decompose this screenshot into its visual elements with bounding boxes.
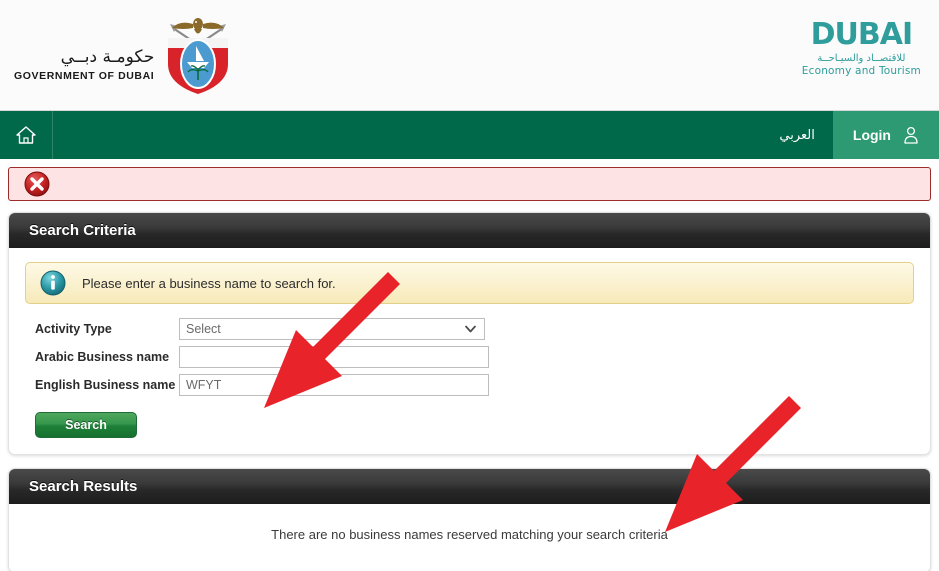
search-results-title: Search Results	[29, 478, 138, 495]
search-results-panel-header: Search Results	[9, 469, 930, 504]
dubai-government-emblem-icon	[168, 18, 229, 94]
search-results-body: There are no business names reserved mat…	[9, 504, 930, 571]
chevron-down-icon	[465, 325, 476, 333]
det-logo-arabic-text: للاقتصــاد والسيـاحــة	[817, 53, 906, 64]
user-icon	[904, 126, 918, 144]
error-circle-x-icon	[24, 171, 50, 197]
search-results-panel: Search Results There are no business nam…	[8, 468, 931, 571]
search-button[interactable]: Search	[35, 412, 137, 438]
form-row-activity-type: Activity Type Select	[25, 318, 914, 340]
login-button[interactable]: Login	[832, 111, 939, 159]
nav-home-button[interactable]	[0, 111, 53, 159]
english-business-name-label: English Business name	[35, 378, 176, 392]
search-criteria-panel: Search Criteria Please enter a business …	[8, 212, 931, 455]
page-root: حكومـة دبــي GOVERNMENT OF DUBAI DUBAI ل…	[0, 0, 939, 571]
search-criteria-panel-header: Search Criteria	[9, 213, 930, 248]
gov-logo-arabic-text: حكومـة دبــي	[60, 47, 155, 68]
info-message-box: Please enter a business name to search f…	[25, 262, 914, 304]
gov-logo-english-text: GOVERNMENT OF DUBAI	[14, 69, 155, 82]
arabic-business-name-input[interactable]	[179, 346, 489, 368]
home-icon	[16, 126, 36, 144]
info-message-text: Please enter a business name to search f…	[82, 275, 336, 291]
english-business-name-input[interactable]	[179, 374, 489, 396]
government-of-dubai-logo: حكومـة دبــي GOVERNMENT OF DUBAI	[14, 14, 236, 98]
form-row-english-business-name: English Business name	[25, 374, 914, 396]
activity-type-select[interactable]: Select	[179, 318, 485, 340]
login-button-label: Login	[852, 127, 891, 143]
info-circle-icon	[40, 270, 66, 296]
form-row-arabic-business-name: Arabic Business name	[25, 346, 914, 368]
det-logo-wordmark: DUBAI	[810, 17, 914, 52]
activity-type-label: Activity Type	[35, 322, 112, 336]
search-criteria-title: Search Criteria	[29, 222, 136, 239]
arabic-business-name-label: Arabic Business name	[35, 350, 170, 364]
activity-type-selected-value: Select	[186, 322, 221, 336]
nav-language-arabic-link[interactable]: العربي	[769, 111, 832, 159]
site-header: حكومـة دبــي GOVERNMENT OF DUBAI DUBAI ل…	[0, 0, 939, 111]
page-content: Search Criteria Please enter a business …	[0, 159, 939, 571]
search-criteria-body: Please enter a business name to search f…	[9, 248, 930, 454]
search-results-empty-message: There are no business names reserved mat…	[271, 527, 668, 542]
error-message-banner	[8, 167, 931, 201]
main-navigation-bar: العربي Login	[0, 111, 939, 159]
dubai-economy-tourism-logo: DUBAI للاقتصــاد والسيـاحــة Economy and…	[802, 20, 921, 77]
det-logo-english-text: Economy and Tourism	[801, 65, 921, 77]
